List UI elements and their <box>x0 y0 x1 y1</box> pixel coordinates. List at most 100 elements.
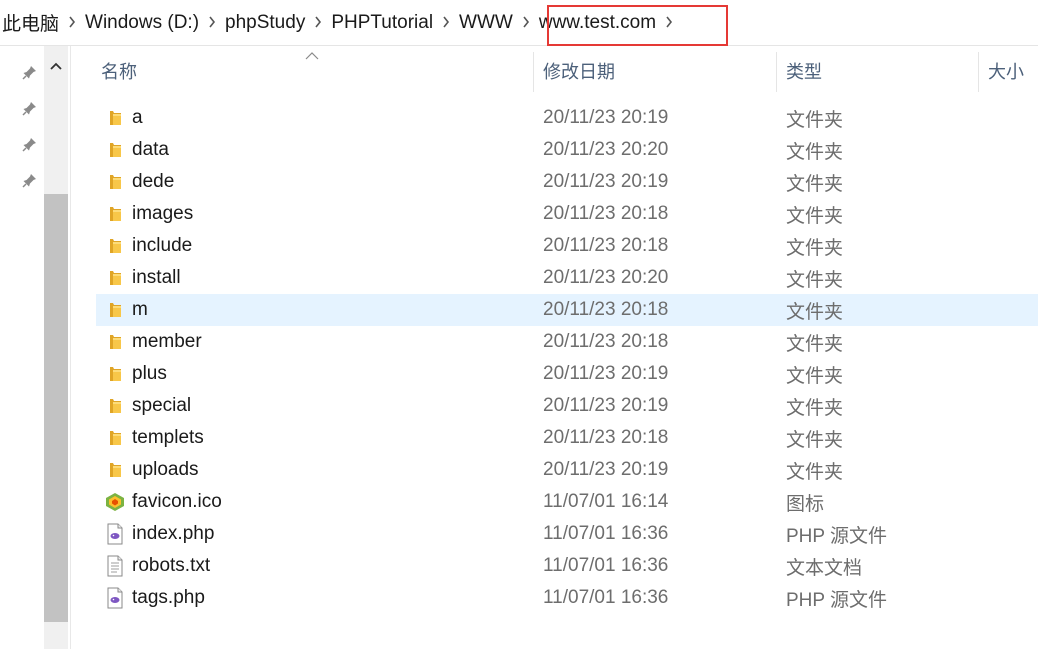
file-type: 文件夹 <box>786 141 844 163</box>
file-type: 文件夹 <box>786 269 844 291</box>
file-date: 20/11/23 20:19 <box>543 395 669 416</box>
column-header-date[interactable]: 修改日期 <box>543 46 776 96</box>
file-name: templets <box>132 427 204 448</box>
file-type: 文件夹 <box>786 397 844 419</box>
breadcrumb-item-www[interactable]: WWW <box>455 12 517 34</box>
file-row[interactable]: data 20/11/23 20:20 文件夹 <box>96 134 1038 166</box>
pin-icon[interactable] <box>22 136 38 152</box>
file-row[interactable]: tags.php 11/07/01 16:36 PHP 源文件 <box>96 582 1038 614</box>
folder-icon <box>104 171 126 193</box>
file-date: 20/11/23 20:20 <box>543 139 669 160</box>
file-type: 文本文档 <box>786 557 863 579</box>
navigation-scrollbar[interactable] <box>44 46 68 649</box>
file-name: include <box>132 235 193 256</box>
breadcrumb-item-phptutorial[interactable]: PHPTutorial <box>327 12 437 34</box>
column-header-date-label: 修改日期 <box>543 62 615 82</box>
file-row[interactable]: install 20/11/23 20:20 文件夹 <box>96 262 1038 294</box>
file-date: 20/11/23 20:20 <box>543 267 669 288</box>
file-row[interactable]: templets 20/11/23 20:18 文件夹 <box>96 422 1038 454</box>
column-divider[interactable] <box>978 52 979 92</box>
file-date: 20/11/23 20:18 <box>543 235 669 256</box>
file-type: 图标 <box>786 493 825 515</box>
file-name: uploads <box>132 459 199 480</box>
chevron-right-icon[interactable] <box>63 12 81 34</box>
file-row[interactable]: favicon.ico 11/07/01 16:14 图标 <box>96 486 1038 518</box>
folder-icon <box>104 331 126 353</box>
file-name: m <box>132 299 148 320</box>
file-type: 文件夹 <box>786 429 844 451</box>
file-row[interactable]: member 20/11/23 20:18 文件夹 <box>96 326 1038 358</box>
file-row[interactable]: images 20/11/23 20:18 文件夹 <box>96 198 1038 230</box>
file-name: tags.php <box>132 587 205 608</box>
file-row[interactable]: plus 20/11/23 20:19 文件夹 <box>96 358 1038 390</box>
pin-icon[interactable] <box>22 172 38 188</box>
file-type: PHP 源文件 <box>786 525 888 547</box>
file-type: 文件夹 <box>786 301 844 323</box>
scroll-up-arrow-icon[interactable] <box>44 46 68 86</box>
chevron-right-icon[interactable] <box>203 12 221 34</box>
file-type: PHP 源文件 <box>786 589 888 611</box>
breadcrumb-item-this-pc[interactable]: 此电脑 <box>0 9 63 36</box>
breadcrumb-item-phpstudy[interactable]: phpStudy <box>221 12 309 34</box>
file-name: index.php <box>132 523 215 544</box>
column-header-type[interactable]: 类型 <box>786 46 978 96</box>
column-header-type-label: 类型 <box>786 62 822 82</box>
chevron-right-icon[interactable] <box>660 12 678 34</box>
pane-splitter[interactable] <box>70 46 71 649</box>
ico-file-icon <box>104 491 126 513</box>
file-row[interactable]: include 20/11/23 20:18 文件夹 <box>96 230 1038 262</box>
file-type: 文件夹 <box>786 461 844 483</box>
column-header-size[interactable]: 大小 <box>988 46 1038 96</box>
php-file-icon <box>104 523 126 545</box>
file-name: favicon.ico <box>132 491 222 512</box>
chevron-right-icon[interactable] <box>437 12 455 34</box>
folder-icon <box>104 203 126 225</box>
file-name: data <box>132 139 169 160</box>
file-date: 20/11/23 20:18 <box>543 427 669 448</box>
file-row[interactable]: special 20/11/23 20:19 文件夹 <box>96 390 1038 422</box>
file-date: 11/07/01 16:14 <box>543 491 669 512</box>
text-file-icon <box>104 555 126 577</box>
file-name: images <box>132 203 194 224</box>
folder-icon <box>104 427 126 449</box>
folder-icon <box>104 235 126 257</box>
pin-icon[interactable] <box>22 100 38 116</box>
breadcrumb: 此电脑 Windows (D:) phpStudy PHPTutorial WW… <box>0 0 1038 46</box>
file-type: 文件夹 <box>786 365 844 387</box>
folder-icon <box>104 395 126 417</box>
file-name: special <box>132 395 192 416</box>
file-name: robots.txt <box>132 555 211 576</box>
file-name: dede <box>132 171 175 192</box>
breadcrumb-item-current-folder[interactable]: www.test.com <box>535 12 660 34</box>
file-row[interactable]: dede 20/11/23 20:19 文件夹 <box>96 166 1038 198</box>
file-date: 11/07/01 16:36 <box>543 523 669 544</box>
folder-icon <box>104 459 126 481</box>
file-type: 文件夹 <box>786 173 844 195</box>
file-date: 20/11/23 20:18 <box>543 203 669 224</box>
file-date: 20/11/23 20:19 <box>543 363 669 384</box>
file-row[interactable]: a 20/11/23 20:19 文件夹 <box>96 102 1038 134</box>
file-date: 20/11/23 20:19 <box>543 171 669 192</box>
column-divider[interactable] <box>776 52 777 92</box>
file-date: 20/11/23 20:18 <box>543 299 669 320</box>
column-divider[interactable] <box>533 52 534 92</box>
file-row-selected[interactable]: m 20/11/23 20:18 文件夹 <box>96 294 1038 326</box>
file-row[interactable]: robots.txt 11/07/01 16:36 文本文档 <box>96 550 1038 582</box>
file-type: 文件夹 <box>786 333 844 355</box>
file-row[interactable]: index.php 11/07/01 16:36 PHP 源文件 <box>96 518 1038 550</box>
file-list: a 20/11/23 20:19 文件夹 data 20/11/23 20:20 文件夹… <box>96 102 1038 614</box>
scrollbar-thumb[interactable] <box>44 194 68 622</box>
file-name: member <box>132 331 202 352</box>
chevron-right-icon[interactable] <box>309 12 327 34</box>
file-date: 20/11/23 20:19 <box>543 459 669 480</box>
file-date: 11/07/01 16:36 <box>543 587 669 608</box>
pin-icon[interactable] <box>22 64 38 80</box>
chevron-right-icon[interactable] <box>517 12 535 34</box>
folder-icon <box>104 299 126 321</box>
folder-icon <box>104 363 126 385</box>
breadcrumb-item-drive[interactable]: Windows (D:) <box>81 12 203 34</box>
column-header-size-label: 大小 <box>988 62 1024 82</box>
folder-icon <box>104 267 126 289</box>
column-header-name[interactable]: 名称 <box>101 46 533 96</box>
file-row[interactable]: uploads 20/11/23 20:19 文件夹 <box>96 454 1038 486</box>
